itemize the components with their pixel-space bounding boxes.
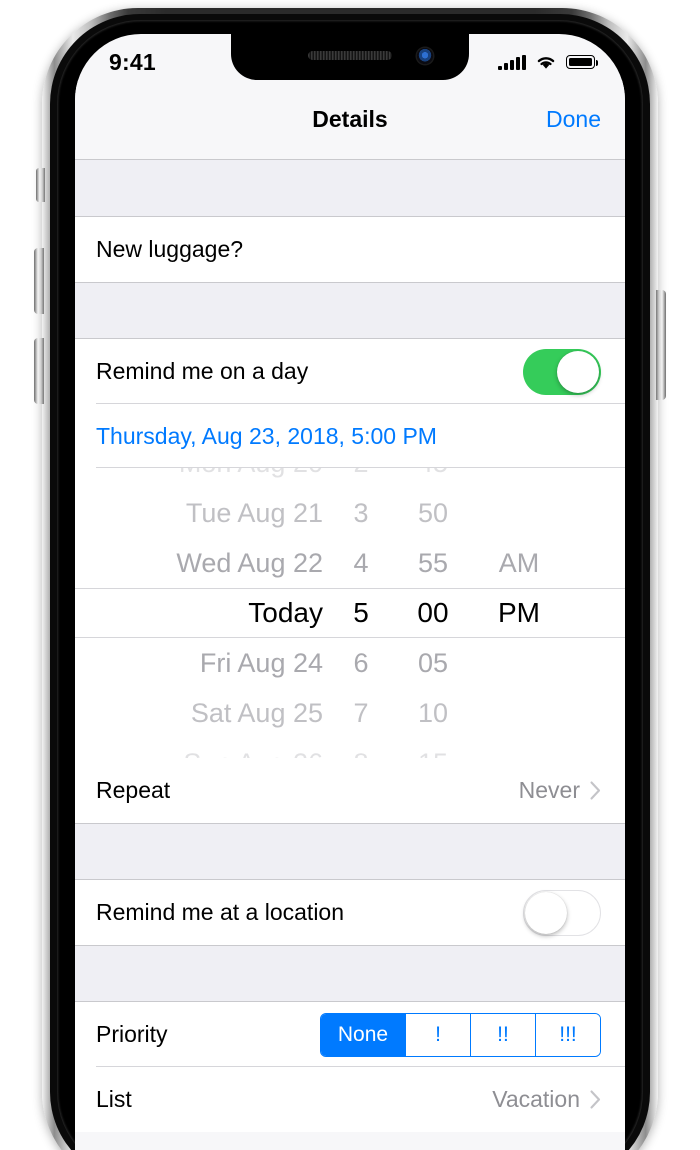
remind-me-on-a-day-toggle[interactable]: [523, 348, 601, 395]
selected-date-row[interactable]: Thursday, Aug 23, 2018, 5:00 PM: [75, 404, 625, 468]
picker-date-cell: Sun Aug 26: [183, 748, 323, 759]
battery-full-icon: [566, 55, 599, 69]
cellular-bars-icon: [498, 54, 526, 70]
picker-row[interactable]: Tue Aug 21 3 50: [75, 488, 625, 538]
group-spacer-2: [75, 823, 625, 880]
picker-row-selected[interactable]: Today 5 00 PM: [75, 588, 625, 638]
list-label: List: [96, 1086, 132, 1112]
earpiece-speaker-icon: [308, 51, 392, 60]
remind-me-at-a-location-toggle[interactable]: [523, 889, 601, 936]
priority-label: Priority: [96, 1021, 168, 1047]
status-bar-indicators: [498, 54, 599, 70]
picker-hour-cell: 2: [343, 468, 379, 479]
details-form: New luggage? Remind me on a day Thursday…: [75, 160, 625, 1132]
priority-list-group: Priority None!!!!!! List Vacation: [75, 1002, 625, 1132]
page-title: Details: [312, 106, 388, 132]
picker-hour-cell: 8: [343, 748, 379, 759]
remind-me-at-a-location-control: [523, 889, 601, 936]
priority-control: None!!!!!!: [320, 1012, 601, 1057]
picker-minute-cell: 55: [417, 547, 449, 578]
remind-location-group: Remind me at a location: [75, 880, 625, 945]
list-row[interactable]: List Vacation: [75, 1067, 625, 1132]
picker-ampm-cell: PM: [498, 597, 540, 628]
reminder-title-row[interactable]: New luggage?: [75, 217, 625, 282]
date-time-picker[interactable]: Sun Aug 19140Mon Aug 20245Tue Aug 21350W…: [75, 468, 625, 758]
picker-row[interactable]: Mon Aug 20 2 45: [75, 468, 625, 488]
picker-hour-cell: 4: [353, 547, 369, 578]
remind-day-group: Remind me on a day Thursday, Aug 23, 201…: [75, 339, 625, 823]
remind-me-on-a-day-control: [523, 348, 601, 395]
navigation-bar: Details Done: [75, 80, 625, 160]
picker-row[interactable]: Sat Aug 25 7 10: [75, 688, 625, 738]
group-spacer-1: [75, 282, 625, 339]
picker-date-cell: Fri Aug 24: [199, 647, 323, 678]
picker-date-cell: Mon Aug 20: [179, 468, 323, 479]
picker-minute-cell: 00: [417, 597, 449, 628]
priority-option-none[interactable]: None: [321, 1013, 405, 1056]
repeat-value: Never: [518, 777, 580, 803]
priority-option-level-3[interactable]: !!!: [535, 1013, 600, 1056]
list-value: Vacation: [492, 1086, 580, 1112]
group-spacer-3: [75, 945, 625, 1002]
picker-date-cell: Tue Aug 21: [185, 497, 323, 528]
silent-switch-button[interactable]: [36, 168, 45, 202]
chevron-right-icon: [590, 1090, 601, 1109]
priority-row: Priority None!!!!!!: [75, 1002, 625, 1067]
remind-me-on-a-day-label: Remind me on a day: [96, 358, 309, 384]
title-group: New luggage?: [75, 217, 625, 282]
picker-row[interactable]: Wed Aug 22 4 55 AM: [75, 538, 625, 588]
picker-row[interactable]: Fri Aug 24 6 05: [75, 638, 625, 688]
repeat-row[interactable]: Repeat Never: [75, 758, 625, 823]
picker-minute-cell: 50: [417, 497, 449, 528]
reminder-title-value[interactable]: New luggage?: [96, 236, 243, 263]
picker-hour-cell: 5: [353, 597, 369, 628]
priority-segmented-control[interactable]: None!!!!!!: [320, 1012, 601, 1057]
picker-date-cell: Wed Aug 22: [176, 547, 323, 578]
picker-hour-cell: 3: [353, 497, 369, 528]
power-button[interactable]: [656, 290, 666, 400]
volume-down-button[interactable]: [34, 338, 44, 404]
picker-date-cell: Sat Aug 25: [190, 697, 323, 728]
status-bar-time: 9:41: [109, 48, 156, 75]
chevron-right-icon: [590, 781, 601, 800]
volume-up-button[interactable]: [34, 248, 44, 314]
remind-me-at-a-location-row[interactable]: Remind me at a location: [75, 880, 625, 945]
priority-option-level-2[interactable]: !!: [470, 1013, 535, 1056]
picker-minute-cell: 45: [405, 468, 461, 479]
picker-row[interactable]: Sun Aug 26 8 15: [75, 738, 625, 759]
picker-minute-cell: 05: [417, 647, 449, 678]
phone-screen: 9:41 Details Done New luggage? Remind me…: [75, 34, 625, 1150]
done-button[interactable]: Done: [546, 106, 601, 133]
picker-date-cell: Today: [248, 597, 323, 628]
picker-minute-cell: 15: [405, 748, 461, 759]
notch: [231, 34, 469, 80]
wifi-icon: [537, 57, 555, 69]
repeat-label: Repeat: [96, 777, 171, 803]
toggle-knob: [525, 891, 567, 934]
picker-ampm-cell: AM: [498, 547, 540, 578]
selected-date-value[interactable]: Thursday, Aug 23, 2018, 5:00 PM: [96, 423, 437, 450]
list-control: Vacation: [492, 1086, 601, 1113]
front-camera-icon: [417, 48, 433, 64]
remind-me-on-a-day-row[interactable]: Remind me on a day: [75, 339, 625, 404]
toggle-knob: [557, 350, 599, 393]
repeat-control: Never: [519, 777, 601, 804]
picker-hour-cell: 7: [353, 697, 369, 728]
group-spacer-top: [75, 160, 625, 217]
screenshot-root: 9:41 Details Done New luggage? Remind me…: [0, 0, 700, 1150]
priority-option-level-1[interactable]: !: [405, 1013, 470, 1056]
remind-me-at-a-location-label: Remind me at a location: [96, 899, 345, 925]
picker-hour-cell: 6: [353, 647, 369, 678]
picker-minute-cell: 10: [417, 697, 449, 728]
